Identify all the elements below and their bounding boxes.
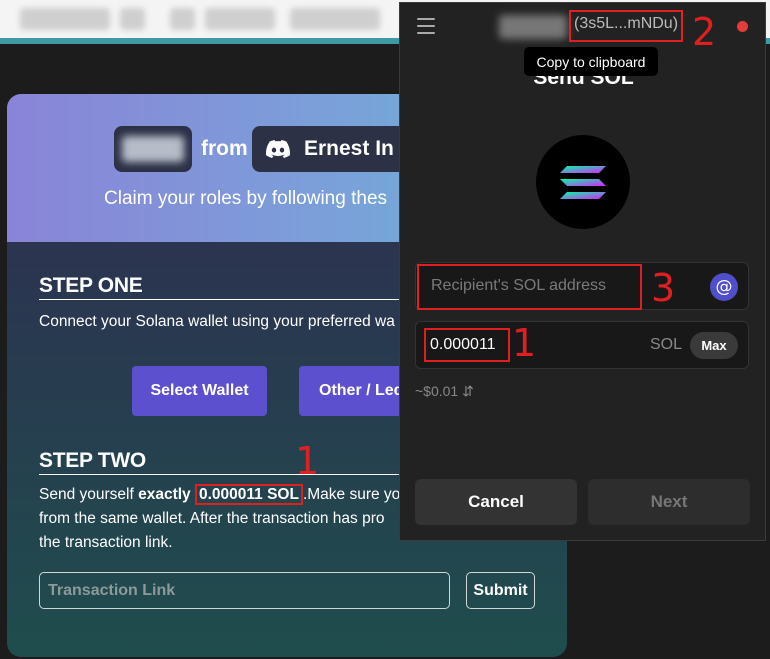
amount-input[interactable]: 0.000011 bbox=[424, 328, 510, 362]
next-button[interactable]: Next bbox=[588, 479, 750, 525]
blurred-bookmark bbox=[120, 8, 145, 30]
menu-icon[interactable] bbox=[417, 18, 435, 34]
step-two-line-1: Send yourself exactly 0.000011 SOL .Make … bbox=[39, 483, 400, 508]
step-one-title: STEP ONE bbox=[39, 274, 143, 297]
at-address-book-icon[interactable]: @ bbox=[710, 273, 738, 301]
annotation-marker-3: 3 bbox=[651, 266, 676, 310]
currency-unit: SOL bbox=[650, 336, 683, 353]
solana-logo-icon bbox=[536, 135, 630, 229]
step-one-description: Connect your Solana wallet using your pr… bbox=[39, 313, 395, 330]
submit-button[interactable]: Submit bbox=[466, 572, 535, 609]
copy-tooltip: Copy to clipboard bbox=[524, 47, 658, 76]
blurred-bookmark bbox=[205, 8, 275, 30]
amount-field[interactable]: 0.000011 SOL Max bbox=[415, 321, 749, 369]
blurred-bookmark bbox=[20, 8, 110, 30]
swap-arrows-icon[interactable]: ⇵ bbox=[462, 383, 474, 399]
step-two-line-3: the transaction link. bbox=[39, 534, 173, 551]
annotation-marker-1: 1 bbox=[295, 439, 320, 483]
select-wallet-button[interactable]: Select Wallet bbox=[132, 366, 267, 416]
discord-icon bbox=[266, 140, 290, 158]
user-name-pill bbox=[114, 126, 192, 172]
step-two-divider bbox=[39, 474, 419, 475]
blurred-bookmark bbox=[290, 8, 380, 30]
usd-value: ~$0.01 ⇵ bbox=[415, 383, 474, 400]
claim-instructions: Claim your roles by following thes bbox=[104, 188, 388, 209]
exactly-text: exactly bbox=[138, 486, 191, 503]
transaction-link-input[interactable] bbox=[39, 572, 450, 609]
blurred-account-name bbox=[499, 15, 567, 39]
other-ledger-button[interactable]: Other / Led bbox=[299, 366, 409, 416]
make-sure-text: .Make sure yo bbox=[302, 486, 401, 503]
send-yourself-text: Send yourself bbox=[39, 486, 139, 503]
usd-amount: ~$0.01 bbox=[415, 383, 459, 399]
annotation-marker-1-amount: 1 bbox=[512, 321, 537, 365]
wallet-send-popup: (3s5L...mNDu) 2 Send SOL Copy to clipboa… bbox=[399, 2, 766, 541]
step-one-divider bbox=[39, 299, 419, 300]
exact-amount-highlight: 0.000011 SOL bbox=[194, 484, 303, 505]
cancel-button[interactable]: Cancel bbox=[415, 479, 577, 525]
annotation-marker-2: 2 bbox=[692, 10, 717, 54]
recipient-address-input[interactable]: Recipient's SOL address bbox=[417, 264, 642, 310]
recipient-field[interactable]: Recipient's SOL address @ bbox=[415, 262, 749, 310]
blurred-bookmark bbox=[170, 8, 195, 30]
blurred-username bbox=[122, 136, 184, 162]
step-two-title: STEP TWO bbox=[39, 449, 146, 472]
step-two-line-2: from the same wallet. After the transact… bbox=[39, 510, 385, 527]
from-label: from bbox=[201, 137, 248, 160]
connection-status-dot bbox=[737, 21, 748, 32]
solana-mark-icon bbox=[560, 166, 606, 199]
account-address[interactable]: (3s5L...mNDu) bbox=[569, 10, 684, 42]
max-button[interactable]: Max bbox=[690, 332, 738, 359]
